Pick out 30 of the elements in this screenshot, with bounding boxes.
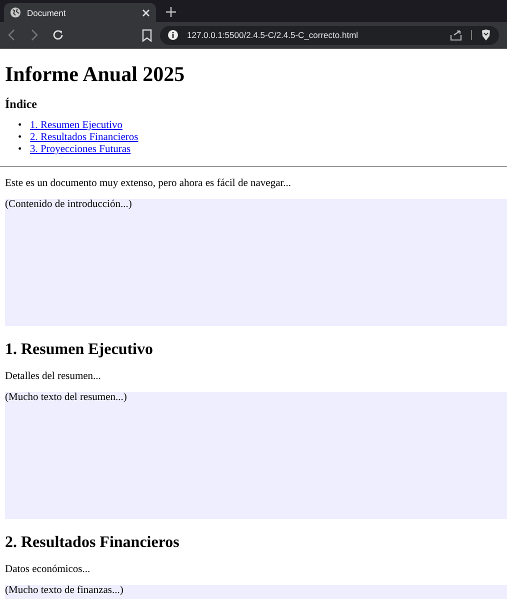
index-title: Índice [5,97,38,112]
list-bullet: • [18,144,23,156]
block-text: (Contenido de introducción...) [5,199,132,210]
page-title: Informe Anual 2025 [5,62,186,87]
index-link[interactable]: 3. Proyecciones Futuras [30,144,131,155]
close-icon[interactable] [142,8,150,16]
section-paragraph: Detalles del resumen... [5,370,102,384]
intro-paragraph: Este es un documento muy extenso, pero ahora es fácil de navegar... [5,177,292,191]
back-icon[interactable] [8,29,16,41]
index-link[interactable]: 2. Resultados Financieros [30,132,138,143]
reload-icon[interactable] [52,29,64,41]
block-text: (Mucho texto de finanzas...) [5,585,124,596]
info-icon [168,30,178,40]
section-paragraph: Datos económicos... [5,563,92,577]
url-text: 127.0.0.1:5500/2.4.5-C/2.4.5-C_correcto.html [187,30,360,40]
tab-title: Document [27,8,67,18]
globe-icon [10,7,21,18]
browser-tab[interactable]: Document [4,3,156,22]
list-bullet: • [18,120,23,132]
index-link[interactable]: 1. Resumen Ejecutivo [30,120,122,131]
section-heading: 1. Resumen Ejecutivo [5,340,154,360]
share-icon[interactable] [450,29,462,41]
section-heading: 2. Resultados Financieros [5,533,180,553]
new-tab-icon[interactable] [166,7,176,17]
forward-icon[interactable] [30,29,38,41]
shield-icon[interactable] [481,29,491,41]
address-bar[interactable]: 127.0.0.1:5500/2.4.5-C/2.4.5-C_correcto.html [160,26,499,44]
bookmark-icon[interactable] [142,28,152,42]
block-text: (Mucho texto del resumen...) [5,392,127,403]
list-bullet: • [18,132,23,144]
